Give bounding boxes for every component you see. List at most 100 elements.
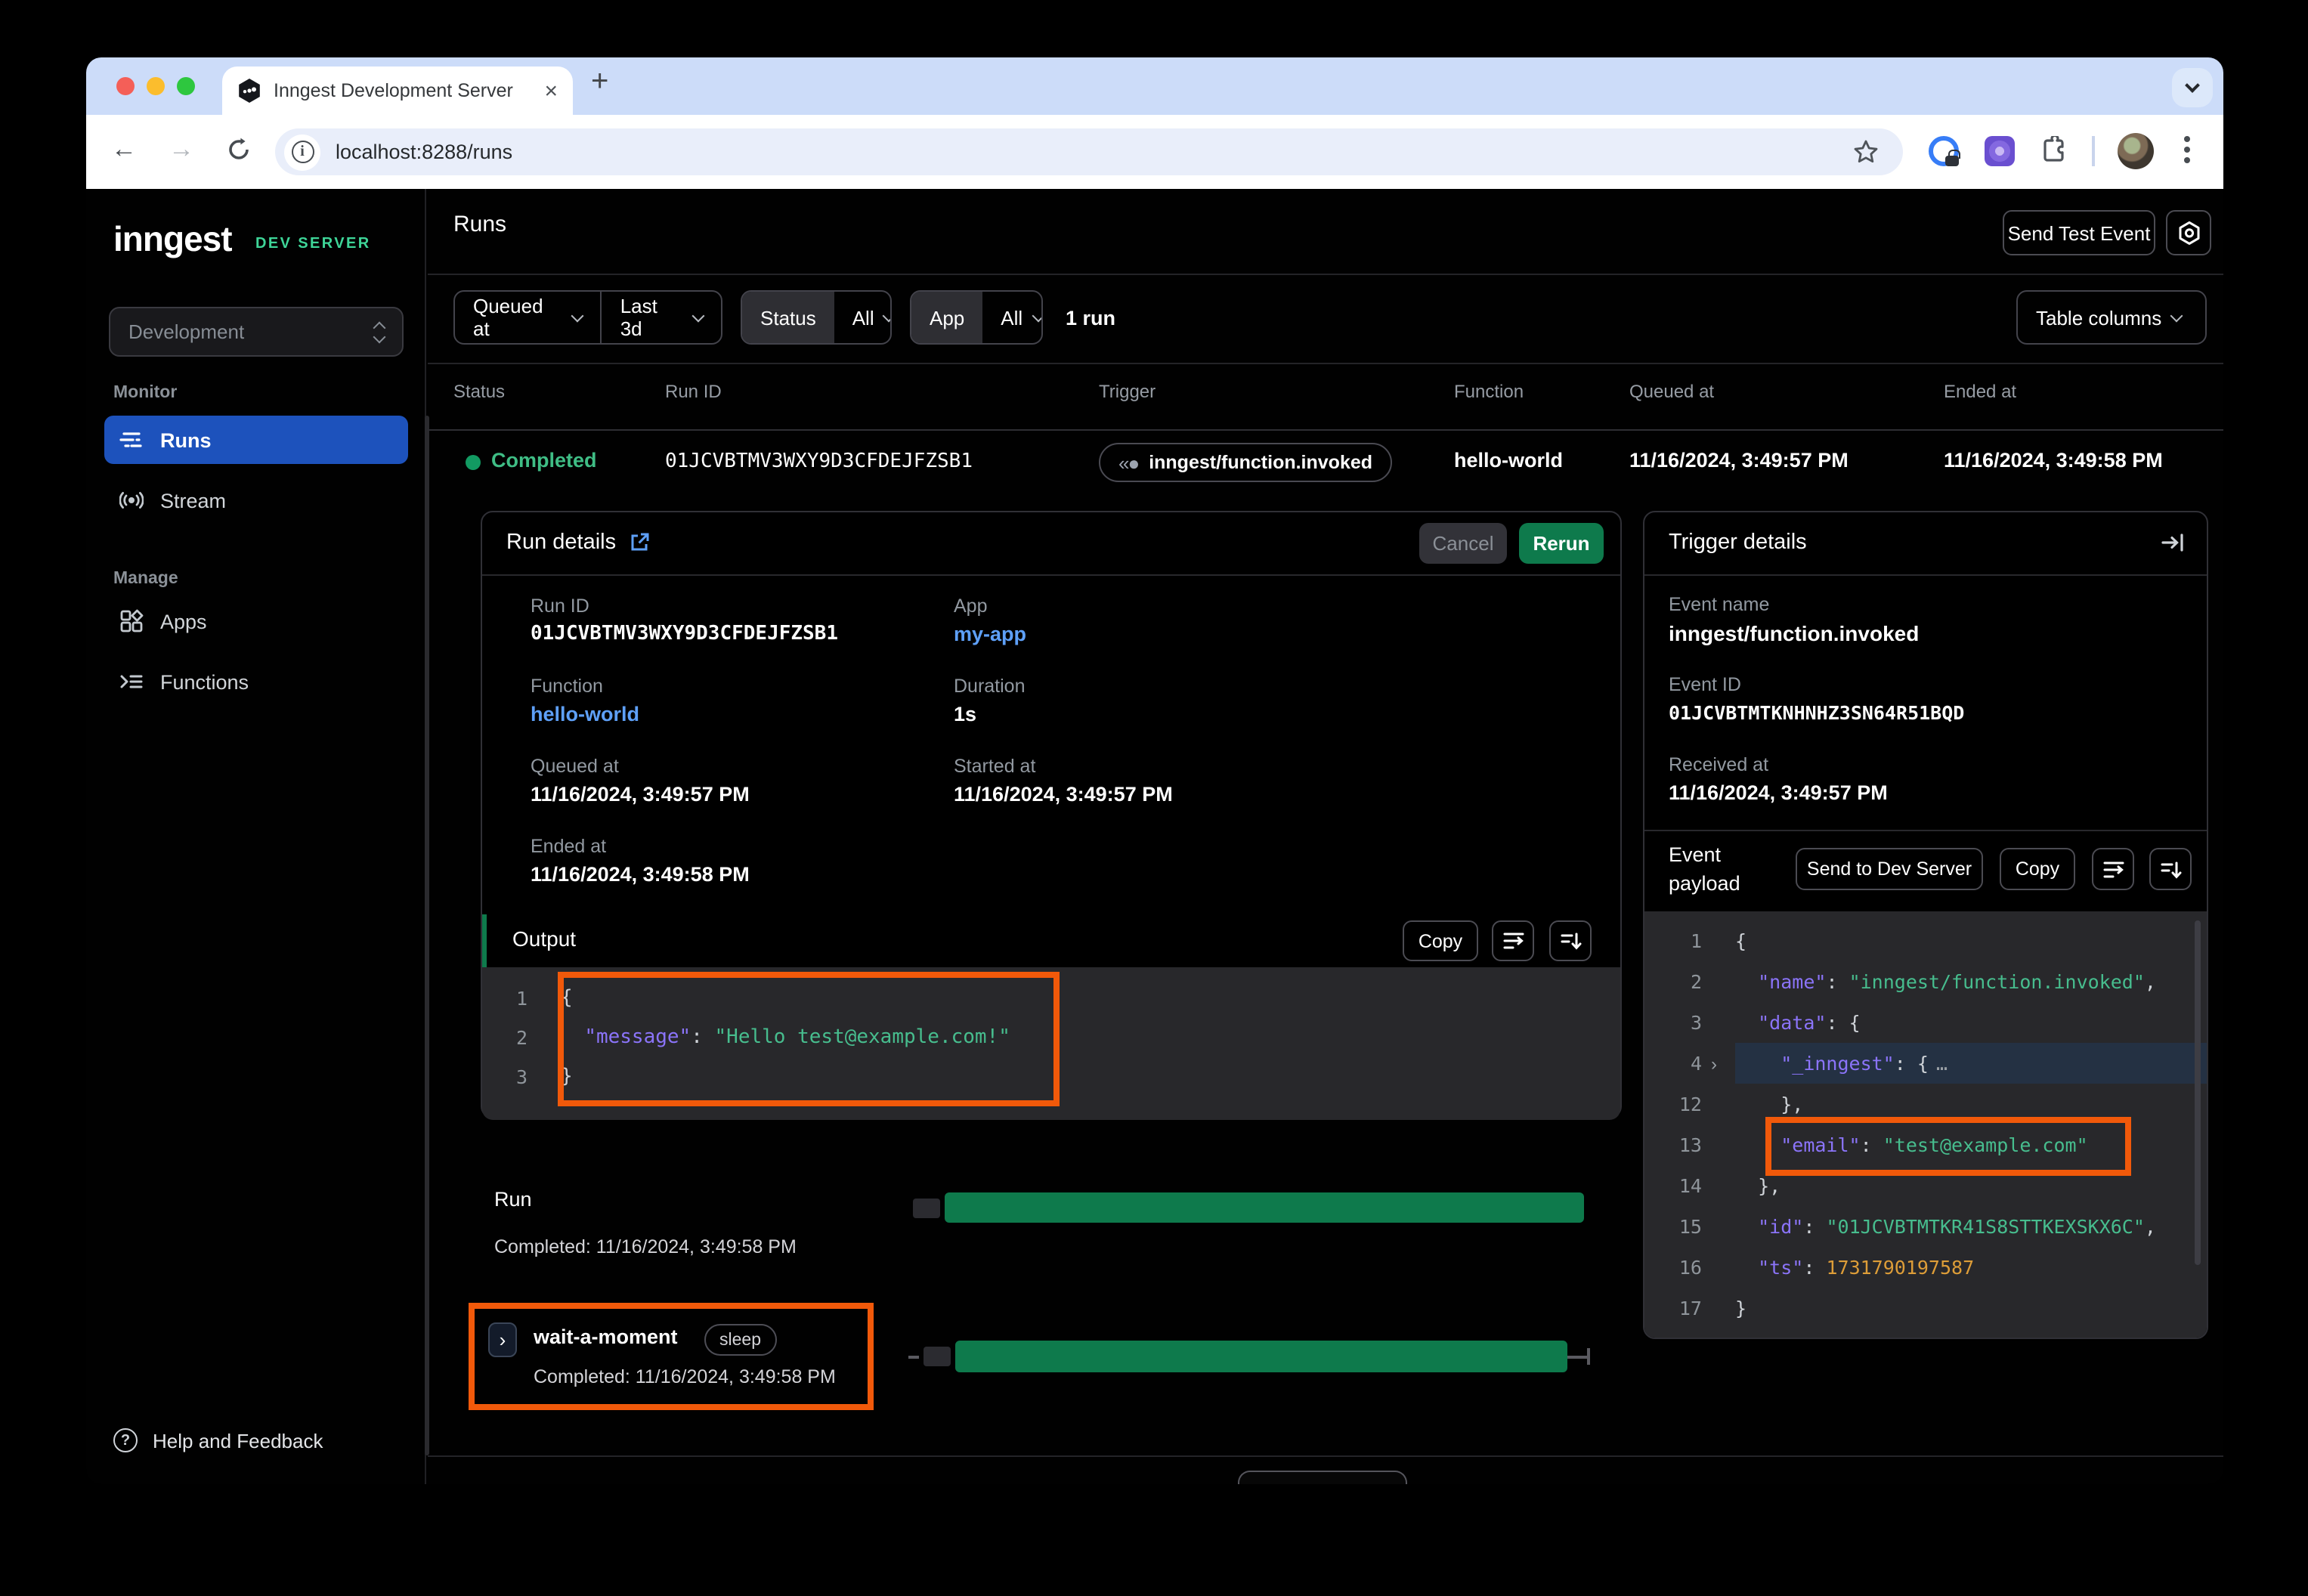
column-header-run-id[interactable]: Run ID: [665, 381, 722, 402]
app-filter-value[interactable]: All: [982, 292, 1043, 343]
step-type-badge: sleep: [704, 1324, 776, 1356]
new-tab-button[interactable]: +: [591, 65, 608, 100]
runs-icon: [119, 428, 144, 452]
dev-server-badge: DEV SERVER: [255, 236, 371, 252]
site-info-button[interactable]: i: [284, 134, 320, 170]
collapse-panel-button[interactable]: [2161, 532, 2186, 561]
browser-window: Inngest Development Server × + ← → i loc…: [86, 57, 2223, 1484]
chevron-down-icon: [883, 309, 892, 322]
event-payload-label-2: payload: [1669, 872, 1740, 895]
time-field-dropdown[interactable]: Queued at: [455, 292, 601, 343]
sidebar-item-runs[interactable]: Runs: [104, 416, 408, 464]
column-header-queued-at[interactable]: Queued at: [1629, 381, 1714, 402]
cancel-button[interactable]: Cancel: [1419, 523, 1507, 564]
gear-icon: [2176, 220, 2201, 246]
purple-extension-icon[interactable]: [1985, 136, 2015, 166]
divider: [428, 429, 2223, 431]
payload-expand-button[interactable]: [2149, 848, 2192, 890]
app-label: App: [954, 595, 988, 617]
output-wrap-button[interactable]: [1492, 920, 1534, 961]
status-filter[interactable]: Status All: [741, 290, 892, 345]
annotation-box-email: [1765, 1117, 2131, 1176]
code-line: 16 "ts": 1731790197587: [1644, 1247, 2207, 1288]
output-expand-button[interactable]: [1549, 920, 1592, 961]
app-link[interactable]: my-app: [954, 623, 1026, 645]
divider: [428, 274, 2223, 275]
divider: [428, 363, 2223, 364]
traffic-light-close-button[interactable]: [116, 77, 135, 95]
column-header-trigger[interactable]: Trigger: [1099, 381, 1156, 402]
settings-button[interactable]: [2166, 210, 2211, 255]
forward-button[interactable]: →: [165, 135, 198, 165]
sidebar-item-label: Apps: [160, 610, 207, 633]
chevron-down-icon: [692, 309, 705, 322]
trigger-details-title: Trigger details: [1669, 530, 1807, 555]
sidebar-item-apps[interactable]: Apps: [104, 597, 408, 645]
chevron-down-icon: [571, 309, 584, 322]
code-line-collapsed[interactable]: 4 › "_inngest": {…: [1644, 1043, 2207, 1084]
help-and-feedback[interactable]: ? Help and Feedback: [113, 1428, 323, 1452]
received-at-label: Received at: [1669, 754, 1768, 775]
step-expand-button[interactable]: ›: [488, 1322, 517, 1357]
chevron-right-icon: ›: [500, 1328, 506, 1351]
step-timeline-tick: [1587, 1348, 1590, 1365]
help-icon: ?: [113, 1428, 138, 1452]
traffic-light-minimize-button[interactable]: [147, 77, 165, 95]
step-name: wait-a-moment: [534, 1325, 678, 1348]
function-link[interactable]: hello-world: [531, 703, 639, 725]
browser-menu-button[interactable]: [2184, 136, 2190, 168]
manage-section-label: Manage: [113, 570, 178, 588]
lock-icon: [1945, 156, 1959, 166]
time-range-dropdown[interactable]: Last 3d: [602, 292, 721, 343]
back-button[interactable]: ←: [107, 135, 141, 165]
external-link-icon[interactable]: [628, 532, 649, 553]
app-filter[interactable]: App All: [910, 290, 1043, 345]
main-scrollbar[interactable]: [425, 416, 429, 1455]
send-to-dev-server-button[interactable]: Send to Dev Server: [1796, 848, 1983, 890]
inngest-favicon-icon: [237, 79, 261, 103]
load-more-button-partial[interactable]: [1238, 1471, 1407, 1484]
page-title: Runs: [453, 212, 506, 237]
status-filter-value[interactable]: All: [834, 292, 892, 343]
puzzle-icon: [2039, 136, 2068, 165]
password-manager-extension-icon[interactable]: [1929, 136, 1959, 166]
rerun-button[interactable]: Rerun: [1519, 523, 1604, 564]
browser-tab[interactable]: Inngest Development Server ×: [222, 66, 573, 115]
output-copy-button[interactable]: Copy: [1403, 920, 1478, 961]
row-function: hello-world: [1454, 449, 1563, 472]
sidebar-item-stream[interactable]: Stream: [104, 476, 408, 524]
column-header-ended-at[interactable]: Ended at: [1944, 381, 2016, 402]
sidebar-item-functions[interactable]: Functions: [104, 657, 408, 706]
row-run-id[interactable]: 01JCVBTMV3WXY9D3CFDEJFZSB1: [665, 450, 973, 473]
run-duration-bar[interactable]: [945, 1192, 1584, 1223]
address-bar[interactable]: i localhost:8288/runs: [275, 128, 1903, 175]
url-text[interactable]: localhost:8288/runs: [336, 141, 512, 163]
reload-button[interactable]: [222, 138, 255, 169]
environment-selector[interactable]: Development: [109, 307, 404, 357]
traffic-light-zoom-button[interactable]: [177, 77, 195, 95]
time-filter[interactable]: Queued at Last 3d: [453, 290, 722, 345]
tab-search-button[interactable]: [2172, 68, 2213, 107]
bookmark-star-button[interactable]: [1853, 139, 1879, 172]
trigger-details-panel: Trigger details Event name inngest/funct…: [1643, 511, 2208, 1339]
expand-json-chevron-icon[interactable]: ›: [1702, 1053, 1726, 1074]
table-columns-dropdown[interactable]: Table columns: [2016, 290, 2207, 345]
payload-copy-button[interactable]: Copy: [2000, 848, 2075, 890]
step-timeline-dash: [908, 1356, 919, 1359]
divider: [428, 1455, 2223, 1457]
code-line: 3 "data": {: [1644, 1002, 2207, 1043]
step-duration-bar[interactable]: [955, 1341, 1567, 1372]
profile-avatar[interactable]: [2118, 133, 2154, 169]
send-test-event-button[interactable]: Send Test Event: [2003, 210, 2155, 255]
row-trigger-badge[interactable]: «● inngest/function.invoked: [1099, 443, 1392, 482]
tab-close-icon[interactable]: ×: [544, 79, 558, 102]
ended-at-label: Ended at: [531, 836, 606, 857]
event-icon: «●: [1118, 451, 1138, 474]
column-header-status[interactable]: Status: [453, 381, 505, 402]
payload-scrollbar[interactable]: [2195, 920, 2201, 1265]
annotation-box-output: [558, 972, 1060, 1106]
payload-wrap-button[interactable]: [2092, 848, 2134, 890]
divider: [482, 574, 1620, 576]
column-header-function[interactable]: Function: [1454, 381, 1524, 402]
extensions-puzzle-button[interactable]: [2039, 136, 2068, 172]
